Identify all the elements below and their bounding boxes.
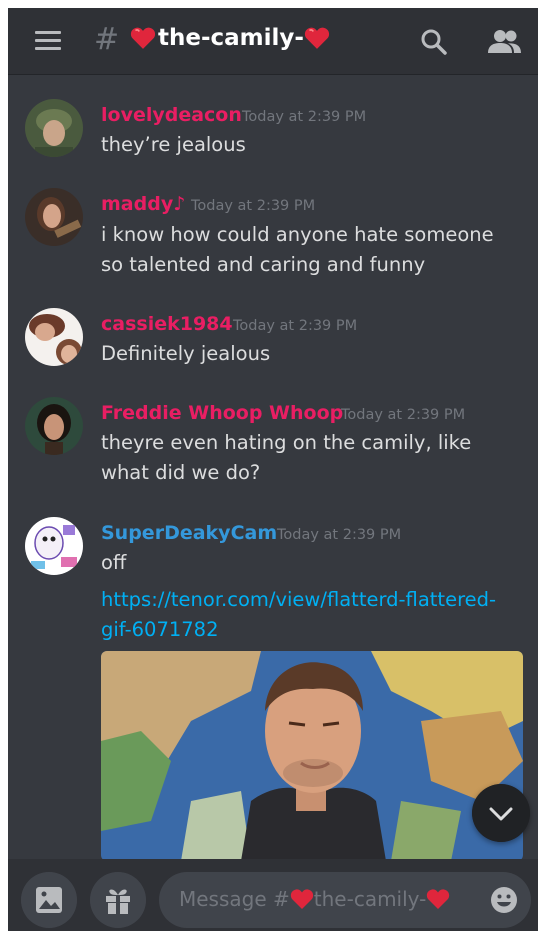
image-icon[interactable]: [21, 872, 77, 928]
message-timestamp: Today at 2:39 PM: [191, 198, 316, 214]
message-text: i know how could anyone hate someone so …: [101, 223, 494, 276]
heart-icon: [290, 889, 313, 909]
message-text: they’re jealous: [101, 133, 246, 156]
emoji-icon[interactable]: [489, 885, 519, 915]
message-text: Definitely jealous: [101, 342, 271, 365]
avatar[interactable]: [25, 188, 83, 246]
message-link[interactable]: https://tenor.com/view/flatterd-flattere…: [101, 585, 521, 645]
gif-embed[interactable]: [101, 651, 523, 861]
message-username[interactable]: SuperDeakyCam: [101, 522, 277, 544]
hamburger-icon[interactable]: [35, 31, 61, 51]
message-timestamp: Today at 2:39 PM: [233, 318, 358, 334]
message-username[interactable]: cassiek1984: [101, 313, 233, 335]
message-text: theyre even hating on the camily, like w…: [101, 431, 472, 484]
message-input-placeholder: Message # the-camily-: [179, 887, 450, 911]
avatar[interactable]: [25, 308, 83, 366]
channel-name: the-camily-: [158, 25, 304, 51]
avatar[interactable]: [25, 397, 83, 455]
message-text: off: [101, 551, 127, 574]
channel-hash-icon: #: [94, 22, 120, 57]
heart-icon: [427, 889, 450, 909]
message-username[interactable]: Freddie Whoop Whoop: [101, 402, 343, 424]
members-icon[interactable]: [486, 26, 524, 58]
search-icon[interactable]: [418, 26, 450, 58]
message-username[interactable]: maddy♪: [101, 193, 185, 215]
heart-icon: [304, 27, 330, 49]
heart-icon: [130, 27, 156, 49]
avatar[interactable]: [25, 517, 83, 575]
avatar[interactable]: [25, 99, 83, 157]
discord-app: # the-camily- lovelydeacon Today at 2:39…: [8, 8, 538, 931]
message-username[interactable]: lovelydeacon: [101, 104, 242, 126]
message-composer: Message # the-camily-: [8, 859, 538, 931]
message-timestamp: Today at 2:39 PM: [242, 109, 367, 125]
chevron-down-icon[interactable]: [472, 784, 530, 842]
channel-title: the-camily-: [130, 25, 330, 51]
message-timestamp: Today at 2:39 PM: [277, 527, 402, 543]
placeholder-prefix: Message #: [179, 887, 290, 911]
placeholder-channel: the-camily-: [313, 887, 427, 911]
message-timestamp: Today at 2:39 PM: [341, 407, 466, 423]
gift-icon[interactable]: [90, 872, 146, 928]
channel-header: # the-camily-: [8, 8, 538, 74]
message-input[interactable]: Message # the-camily-: [159, 872, 531, 928]
